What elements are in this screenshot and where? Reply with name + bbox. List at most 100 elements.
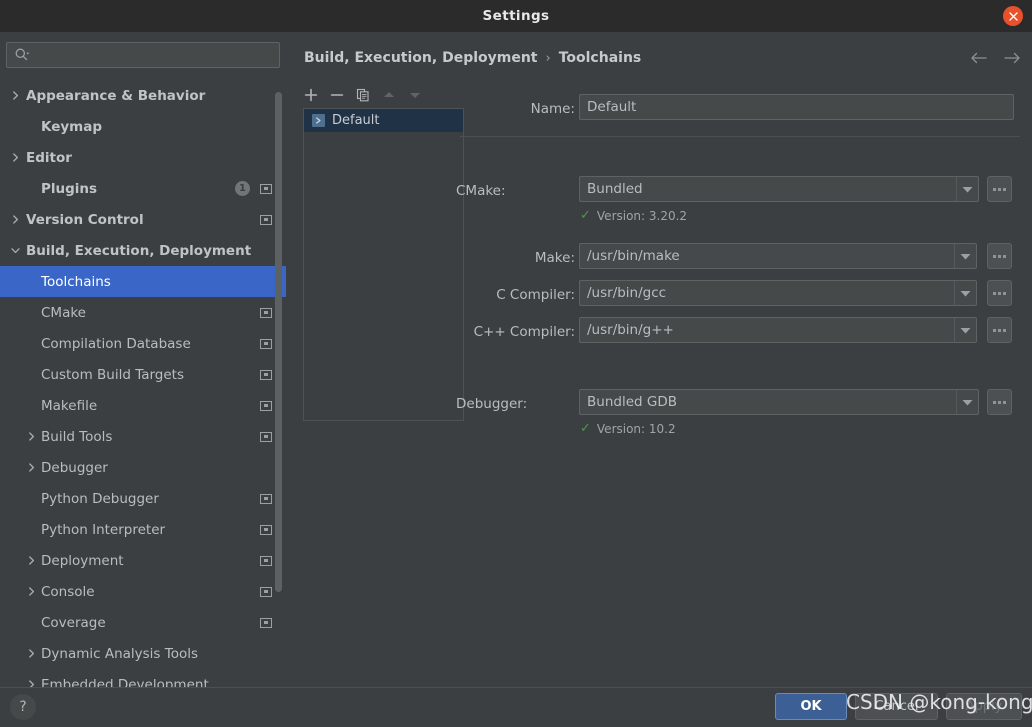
project-scope-icon <box>260 338 272 349</box>
chevron-right-icon[interactable] <box>24 461 38 475</box>
dot <box>998 187 1001 191</box>
settings-dialog: Settings Appearance & Behavior Keymap Edi <box>0 0 1032 727</box>
cpp-compiler-label: C++ Compiler: <box>473 324 575 340</box>
arrow-right-icon[interactable] <box>1004 49 1021 68</box>
breadcrumb-leaf: Toolchains <box>558 50 642 66</box>
sidebar-item-label: Appearance & Behavior <box>26 87 206 104</box>
sidebar-item-deployment[interactable]: Deployment <box>0 545 286 576</box>
c-compiler-label: C Compiler: <box>496 287 575 303</box>
sidebar-item-makefile[interactable]: Makefile <box>0 390 286 421</box>
sidebar-item-label: Plugins <box>41 180 98 197</box>
project-scope-icon <box>260 369 272 380</box>
sidebar-item-compilation-database[interactable]: Compilation Database <box>0 328 286 359</box>
cpp-compiler-browse-button[interactable] <box>987 317 1012 343</box>
arrow-left-icon[interactable] <box>970 49 987 68</box>
cmake-combobox[interactable]: Bundled <box>579 176 979 202</box>
toolchain-toolbar <box>303 83 451 107</box>
chevron-down-icon[interactable] <box>8 244 22 258</box>
breadcrumb-separator: › <box>545 50 551 66</box>
settings-tree: Appearance & Behavior Keymap Editor Plugins… <box>0 80 286 725</box>
sidebar-item-label: Coverage <box>41 614 106 631</box>
toolchain-list-item[interactable]: Default <box>304 109 463 132</box>
chevron-down-icon[interactable] <box>954 244 976 268</box>
toolchain-list-item-label: Default <box>332 113 380 128</box>
sidebar-item-label: Build Tools <box>41 428 113 445</box>
sidebar-item-label: Deployment <box>41 552 124 569</box>
sidebar-item-label: CMake <box>41 304 86 321</box>
sidebar-item-build-execution-deployment[interactable]: Build, Execution, Deployment <box>0 235 286 266</box>
sidebar-item-build-tools[interactable]: Build Tools <box>0 421 286 452</box>
toolchain-icon <box>312 114 325 127</box>
chevron-right-icon[interactable] <box>24 430 38 444</box>
breadcrumb: Build, Execution, Deployment › Toolchain… <box>304 50 641 66</box>
project-scope-icon <box>260 183 272 194</box>
sidebar-item-coverage[interactable]: Coverage <box>0 607 286 638</box>
cpp-compiler-value: /usr/bin/g++ <box>587 322 674 338</box>
chevron-down-icon[interactable] <box>956 177 978 201</box>
dot <box>993 187 996 191</box>
sidebar-item-label: Toolchains <box>41 273 111 290</box>
chevron-right-icon[interactable] <box>8 151 22 165</box>
make-label: Make: <box>534 250 575 266</box>
sidebar-item-label: Makefile <box>41 397 98 414</box>
make-combobox[interactable]: /usr/bin/make <box>579 243 977 269</box>
sidebar-scrollbar-thumb[interactable] <box>275 92 282 592</box>
chevron-right-icon[interactable] <box>24 647 38 661</box>
dot <box>993 328 996 332</box>
cancel-button[interactable]: Cancel <box>855 693 938 720</box>
sidebar-item-cmake[interactable]: CMake <box>0 297 286 328</box>
dot <box>1003 254 1006 258</box>
title-bar: Settings <box>0 0 1032 32</box>
sidebar-item-keymap[interactable]: Keymap <box>0 111 286 142</box>
debugger-value: Bundled GDB <box>587 394 677 410</box>
chevron-right-icon[interactable] <box>24 554 38 568</box>
sidebar-item-toolchains[interactable]: Toolchains <box>0 266 286 297</box>
debugger-combobox[interactable]: Bundled GDB <box>579 389 979 415</box>
breadcrumb-root[interactable]: Build, Execution, Deployment <box>304 50 538 66</box>
sidebar-item-editor[interactable]: Editor <box>0 142 286 173</box>
c-compiler-browse-button[interactable] <box>987 280 1012 306</box>
cmake-browse-button[interactable] <box>987 176 1012 202</box>
c-compiler-combobox[interactable]: /usr/bin/gcc <box>579 280 977 306</box>
chevron-down-icon[interactable] <box>954 318 976 342</box>
project-scope-icon <box>260 617 272 628</box>
sidebar-item-label: Version Control <box>26 211 144 228</box>
chevron-right-icon[interactable] <box>24 585 38 599</box>
sidebar-item-version-control[interactable]: Version Control <box>0 204 286 235</box>
sidebar-scrollbar-track[interactable] <box>275 62 284 642</box>
copy-icon[interactable] <box>355 87 371 103</box>
debugger-browse-button[interactable] <box>987 389 1012 415</box>
name-value: Default <box>587 99 637 115</box>
sidebar-item-python-interpreter[interactable]: Python Interpreter <box>0 514 286 545</box>
chevron-right-icon[interactable] <box>8 89 22 103</box>
close-icon[interactable] <box>1003 6 1023 26</box>
sidebar-item-console[interactable]: Console <box>0 576 286 607</box>
sidebar-item-label: Editor <box>26 149 72 166</box>
sidebar-item-python-debugger[interactable]: Python Debugger <box>0 483 286 514</box>
help-button[interactable]: ? <box>10 694 36 720</box>
ok-button[interactable]: OK <box>775 693 847 720</box>
sidebar-item-plugins[interactable]: Plugins 1 <box>0 173 286 204</box>
cmake-version-text: Version: 3.20.2 <box>596 208 688 223</box>
chevron-right-icon[interactable] <box>8 213 22 227</box>
search-input[interactable] <box>30 47 279 63</box>
sidebar-item-label: Python Debugger <box>41 490 159 507</box>
sidebar-item-label: Build, Execution, Deployment <box>26 242 252 259</box>
name-field[interactable]: Default <box>579 94 1014 120</box>
toolchain-form: Name: Default CMake: Bundled ✓ Version: … <box>456 94 1024 436</box>
sidebar-item-debugger[interactable]: Debugger <box>0 452 286 483</box>
add-toolchain-button[interactable] <box>303 87 319 103</box>
sidebar-item-dynamic-analysis-tools[interactable]: Dynamic Analysis Tools <box>0 638 286 669</box>
check-icon: ✓ <box>580 421 591 436</box>
remove-toolchain-button[interactable] <box>329 87 345 103</box>
sidebar-item-custom-build-targets[interactable]: Custom Build Targets <box>0 359 286 390</box>
search-box[interactable] <box>6 42 280 68</box>
sidebar-item-appearance-behavior[interactable]: Appearance & Behavior <box>0 80 286 111</box>
chevron-down-icon[interactable] <box>954 281 976 305</box>
sidebar-item-label: Python Interpreter <box>41 521 166 538</box>
c-compiler-value: /usr/bin/gcc <box>587 285 667 301</box>
make-browse-button[interactable] <box>987 243 1012 269</box>
cpp-compiler-combobox[interactable]: /usr/bin/g++ <box>579 317 977 343</box>
project-scope-icon <box>260 307 272 318</box>
chevron-down-icon[interactable] <box>956 390 978 414</box>
